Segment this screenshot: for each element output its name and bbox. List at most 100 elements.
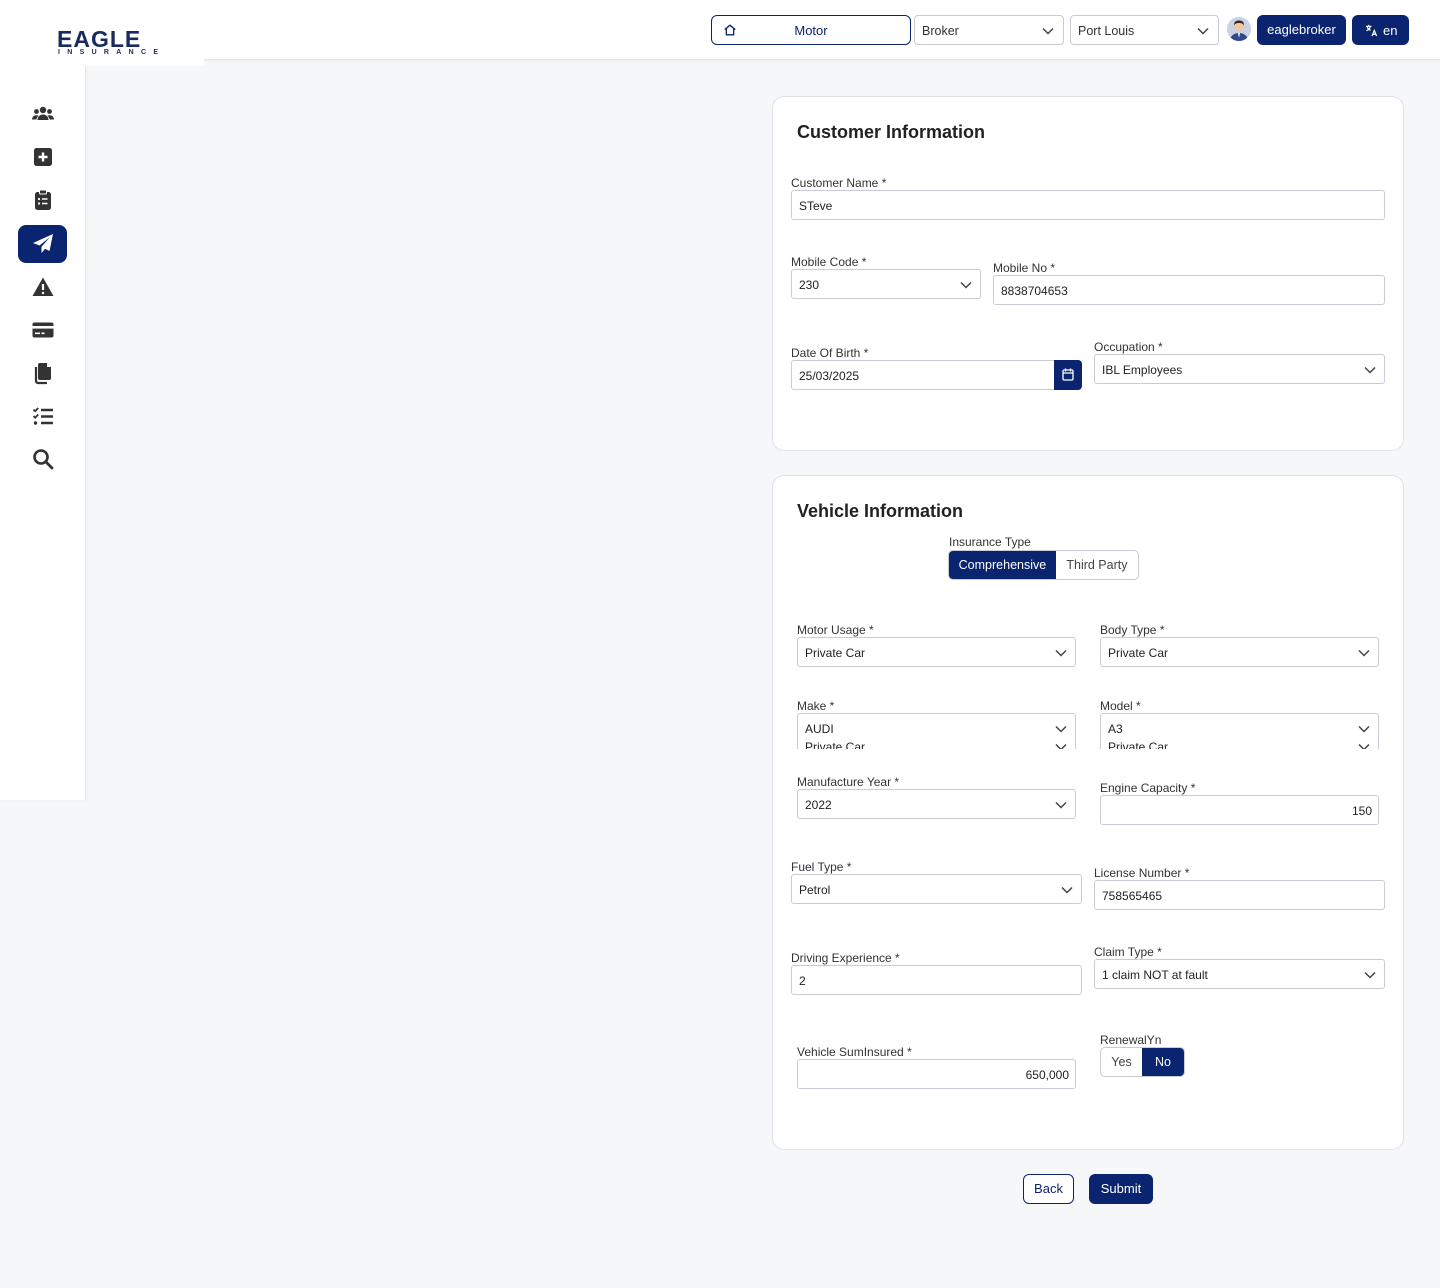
credit-card-icon — [32, 322, 53, 338]
insurance-type-comprehensive[interactable]: Comprehensive — [949, 551, 1056, 579]
engine-capacity-value: 150 — [1351, 804, 1372, 818]
driving-experience-label: Driving Experience * — [791, 951, 900, 965]
insurance-type-label: Insurance Type — [949, 535, 1031, 549]
dob-input[interactable]: 25/03/2025 — [791, 360, 1055, 390]
mobile-code-label: Mobile Code * — [791, 255, 867, 269]
motor-usage-select[interactable]: Private Car — [797, 637, 1076, 667]
mobile-no-label: Mobile No * — [993, 261, 1056, 275]
logo: EAGLE INSURANCE — [0, 0, 204, 66]
mobile-no-value: 8838704653 — [1001, 284, 1068, 298]
language-button[interactable]: en — [1352, 15, 1409, 45]
paper-plane-icon — [32, 234, 53, 253]
occupation-select[interactable]: IBL Employees — [1094, 354, 1385, 384]
checklist-icon — [32, 407, 53, 425]
user-type-select[interactable]: Broker — [914, 15, 1064, 45]
body-type-value: Private Car — [1108, 646, 1169, 660]
renewal-toggle: Yes No — [1100, 1047, 1185, 1077]
chevron-down-icon — [1061, 886, 1073, 894]
sidebar-item-motor[interactable] — [18, 225, 67, 263]
model-select[interactable]: A3 Private Car — [1100, 713, 1379, 749]
make-value: AUDI — [805, 722, 834, 736]
branch-select[interactable]: Port Louis — [1070, 15, 1219, 45]
customer-name-label: Customer Name * — [791, 176, 887, 190]
sum-insured-value: 650,000 — [1025, 1068, 1069, 1082]
insurance-type-toggle: Comprehensive Third Party — [948, 550, 1139, 580]
chevron-down-icon — [1358, 725, 1370, 733]
claim-type-select[interactable]: 1 claim NOT at fault — [1094, 959, 1385, 989]
chevron-down-icon — [1364, 971, 1376, 979]
submit-button[interactable]: Submit — [1089, 1174, 1153, 1204]
product-label: Motor — [794, 23, 828, 38]
back-button[interactable]: Back — [1023, 1174, 1074, 1204]
warning-icon — [32, 277, 53, 296]
license-number-label: License Number * — [1094, 866, 1190, 880]
engine-capacity-label: Engine Capacity * — [1100, 781, 1196, 795]
model-label: Model * — [1100, 699, 1141, 713]
claim-type-value: 1 claim NOT at fault — [1102, 968, 1208, 982]
chevron-down-icon — [1358, 743, 1370, 749]
user-avatar-icon — [1227, 17, 1251, 41]
chevron-down-icon — [1364, 366, 1376, 374]
customer-name-input[interactable]: STeve — [791, 190, 1385, 220]
user-type-value: Broker — [922, 24, 959, 38]
chevron-down-icon — [1055, 801, 1067, 809]
model-value: A3 — [1108, 722, 1123, 736]
chevron-down-icon — [1055, 725, 1067, 733]
chevron-down-icon — [1042, 27, 1054, 35]
mobile-no-input[interactable]: 8838704653 — [993, 275, 1385, 305]
fuel-type-label: Fuel Type * — [791, 860, 852, 874]
sidebar-item-payments[interactable] — [18, 311, 67, 349]
model-secondary-value: Private Car — [1108, 740, 1169, 749]
driving-experience-value: 2 — [799, 974, 806, 988]
mobile-code-value: 230 — [799, 278, 820, 292]
customer-info-card: Customer Information Customer Name * STe… — [772, 96, 1404, 451]
sidebar-item-alerts[interactable] — [18, 268, 67, 306]
license-number-input[interactable]: 758565465 — [1094, 880, 1385, 910]
chevron-down-icon — [1055, 743, 1067, 749]
sidebar-item-tasks[interactable] — [18, 397, 67, 435]
branch-value: Port Louis — [1078, 24, 1135, 38]
sum-insured-input[interactable]: 650,000 — [797, 1059, 1076, 1089]
make-select[interactable]: AUDI Private Car — [797, 713, 1076, 749]
manufacture-year-select[interactable]: 2022 — [797, 789, 1076, 819]
avatar[interactable] — [1227, 17, 1251, 41]
search-icon — [32, 449, 53, 470]
sidebar-item-documents[interactable] — [18, 354, 67, 392]
driving-experience-input[interactable]: 2 — [791, 965, 1082, 995]
sidebar-item-quotes[interactable] — [18, 181, 67, 219]
manufacture-year-value: 2022 — [805, 798, 832, 812]
motor-usage-value: Private Car — [805, 646, 866, 660]
make-label: Make * — [797, 699, 835, 713]
mobile-code-select[interactable]: 230 — [791, 269, 981, 299]
renewal-yes[interactable]: Yes — [1101, 1048, 1142, 1076]
engine-capacity-input[interactable]: 150 — [1100, 795, 1379, 825]
fuel-type-select[interactable]: Petrol — [791, 874, 1082, 904]
insurance-type-third-party[interactable]: Third Party — [1056, 551, 1138, 579]
product-button[interactable]: Motor — [711, 15, 911, 45]
renewal-no[interactable]: No — [1142, 1048, 1184, 1076]
plus-square-icon — [33, 148, 52, 166]
clipboard-list-icon — [34, 189, 51, 210]
fuel-type-value: Petrol — [799, 883, 831, 897]
body-type-label: Body Type * — [1100, 623, 1165, 637]
sidebar-item-search[interactable] — [18, 440, 67, 478]
customer-name-value: STeve — [799, 199, 833, 213]
calendar-button[interactable] — [1054, 360, 1082, 390]
sidebar-item-customers[interactable] — [18, 95, 67, 133]
chevron-down-icon — [960, 281, 972, 289]
dob-label: Date Of Birth * — [791, 346, 869, 360]
card-title: Vehicle Information — [797, 501, 964, 521]
logo-text: EAGLE — [57, 26, 142, 52]
language-label: en — [1383, 23, 1398, 38]
sidebar-item-new[interactable] — [18, 138, 67, 176]
chevron-down-icon — [1358, 649, 1370, 657]
occupation-label: Occupation * — [1094, 340, 1163, 354]
occupation-value: IBL Employees — [1102, 363, 1183, 377]
claim-type-label: Claim Type * — [1094, 945, 1162, 959]
username-button[interactable]: eaglebroker — [1257, 15, 1346, 45]
translate-icon — [1365, 24, 1378, 37]
card-title: Customer Information — [797, 122, 986, 142]
renewal-label: RenewalYn — [1100, 1033, 1162, 1047]
logo-subtext: INSURANCE — [58, 49, 166, 56]
body-type-select[interactable]: Private Car — [1100, 637, 1379, 667]
